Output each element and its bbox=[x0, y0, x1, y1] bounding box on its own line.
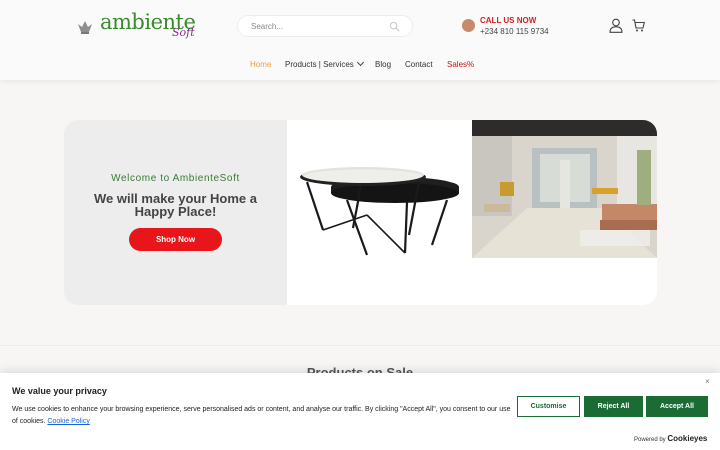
nav-item-home[interactable]: Home bbox=[250, 60, 271, 69]
site-header: ambiente Soft CALL US NOW +234 810 115 9… bbox=[0, 0, 720, 80]
cookie-description: We use cookies to enhance your browsing … bbox=[12, 404, 512, 428]
cookie-consent-banner: We value your privacy We use cookies to … bbox=[0, 373, 720, 450]
nav-item-contact[interactable]: Contact bbox=[405, 60, 433, 69]
living-room-image bbox=[472, 120, 657, 258]
support-agent-icon bbox=[462, 19, 475, 32]
powered-by-label: Powered by bbox=[634, 437, 666, 443]
nesting-table-image bbox=[287, 120, 472, 305]
cart-icon[interactable] bbox=[632, 19, 645, 32]
cookie-title: We value your privacy bbox=[12, 386, 107, 396]
section-divider bbox=[0, 345, 720, 346]
close-icon[interactable]: × bbox=[705, 377, 710, 386]
cookie-policy-link[interactable]: Cookie Policy bbox=[47, 418, 89, 425]
logo-suffix: Soft bbox=[172, 26, 195, 39]
hero-welcome: Welcome to AmbienteSoft bbox=[111, 173, 240, 184]
hero-headline: We will make your Home a Happy Place! bbox=[93, 191, 258, 219]
chevron-down-icon bbox=[356, 58, 364, 67]
nav-item-label: Products | Services bbox=[285, 60, 354, 69]
site-logo[interactable]: ambiente Soft bbox=[76, 10, 196, 42]
search-bar bbox=[237, 15, 413, 37]
user-account-icon[interactable] bbox=[609, 18, 623, 33]
reject-all-button[interactable]: Reject All bbox=[584, 396, 643, 417]
nav-item-sales[interactable]: Sales% bbox=[447, 60, 474, 69]
hero-text-panel: Welcome to AmbienteSoft We will make you… bbox=[64, 120, 287, 305]
main-nav: Home Products | Services Blog Contact Sa… bbox=[0, 58, 720, 74]
powered-by: Powered by Cookieyes bbox=[634, 434, 707, 443]
hero-banner: Welcome to AmbienteSoft We will make you… bbox=[64, 120, 657, 305]
nav-item-products-services[interactable]: Products | Services bbox=[285, 58, 364, 69]
search-input[interactable] bbox=[251, 19, 391, 34]
call-us-title: CALL US NOW bbox=[480, 16, 537, 25]
nav-item-blog[interactable]: Blog bbox=[375, 60, 391, 69]
phone-number[interactable]: +234 810 115 9734 bbox=[480, 27, 549, 36]
accept-all-button[interactable]: Accept All bbox=[646, 396, 708, 417]
shop-now-button[interactable]: Shop Now bbox=[129, 228, 222, 251]
crown-icon bbox=[78, 21, 92, 34]
cookieyes-logo[interactable]: Cookieyes bbox=[667, 434, 707, 443]
customise-button[interactable]: Customise bbox=[517, 396, 580, 417]
search-icon[interactable] bbox=[389, 21, 400, 32]
